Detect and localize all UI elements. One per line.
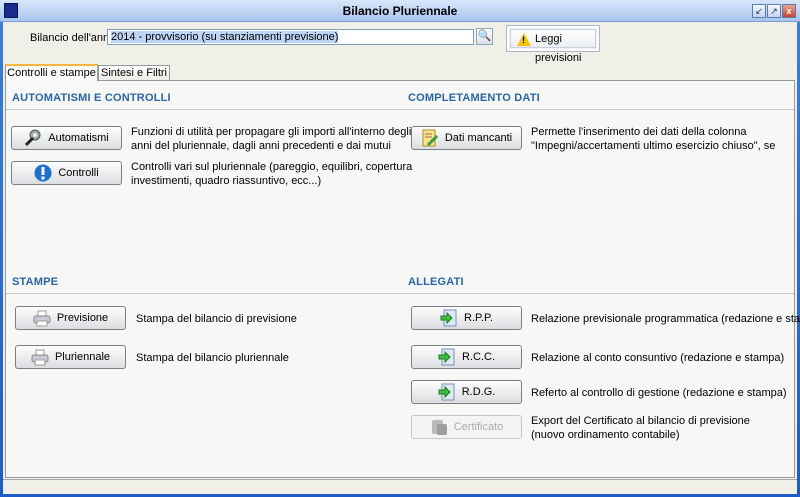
read-forecast-label: Leggi previsioni bbox=[535, 33, 582, 64]
document-arrow-icon bbox=[438, 383, 456, 401]
minimize-icon[interactable]: ↙ bbox=[752, 4, 766, 18]
search-button[interactable]: 🔍 bbox=[476, 28, 493, 45]
section-title-automatismi: AUTOMATISMI E CONTROLLI bbox=[12, 92, 171, 104]
pluriennale-label: Pluriennale bbox=[54, 351, 111, 363]
automatismi-button[interactable]: Automatismi bbox=[11, 126, 122, 150]
year-label: Bilancio dell'anno: bbox=[30, 32, 119, 44]
dati-mancanti-description: Permette l'inserimento dei dati della co… bbox=[531, 126, 776, 152]
rdg-label: R.D.G. bbox=[461, 386, 496, 398]
rpp-button[interactable]: R.P.P. bbox=[411, 306, 522, 330]
client-area: Bilancio dell'anno: 2014 - provvisorio (… bbox=[3, 22, 800, 494]
controlli-button[interactable]: Controlli bbox=[11, 161, 122, 185]
section-title-allegati: ALLEGATI bbox=[408, 276, 464, 288]
automatismi-description: Funzioni di utilità per propagare gli im… bbox=[131, 126, 412, 152]
rpp-description: Relazione previsionale programmatica (re… bbox=[531, 313, 800, 325]
divider bbox=[401, 109, 794, 110]
edit-document-icon bbox=[421, 129, 439, 147]
certificato-button[interactable]: Certificato bbox=[411, 415, 522, 439]
divider bbox=[6, 293, 401, 294]
window: Bilancio Pluriennale ↙ ↗ x Bilancio dell… bbox=[0, 0, 800, 497]
window-title: Bilancio Pluriennale bbox=[342, 4, 458, 18]
pluriennale-button[interactable]: Pluriennale bbox=[15, 345, 126, 369]
read-forecast-button[interactable]: ! Leggi previsioni bbox=[506, 25, 600, 64]
year-input[interactable]: 2014 - provvisorio (su stanziamenti prev… bbox=[107, 29, 474, 45]
magnifier-icon: 🔍 bbox=[477, 30, 492, 42]
pluriennale-description: Stampa del bilancio pluriennale bbox=[136, 352, 289, 364]
tab-sintesi-e-filtri[interactable]: Sintesi e Filtri bbox=[98, 65, 170, 81]
certificato-label: Certificato bbox=[453, 421, 504, 433]
divider bbox=[6, 109, 401, 110]
rpp-label: R.P.P. bbox=[464, 312, 493, 324]
section-title-completamento: COMPLETAMENTO DATI bbox=[408, 92, 540, 104]
close-icon[interactable]: x bbox=[782, 4, 796, 18]
document-arrow-icon bbox=[438, 348, 456, 366]
year-value: 2014 - provvisorio (su stanziamenti prev… bbox=[111, 31, 339, 43]
controlli-label: Controlli bbox=[58, 167, 99, 179]
rdg-button[interactable]: R.D.G. bbox=[411, 380, 522, 404]
previsione-button[interactable]: Previsione bbox=[15, 306, 126, 330]
printer-icon bbox=[33, 309, 51, 327]
tab-controlli-e-stampe[interactable]: Controlli e stampe bbox=[5, 64, 98, 81]
section-title-stampe: STAMPE bbox=[12, 276, 59, 288]
automatismi-label: Automatismi bbox=[48, 132, 109, 144]
document-arrow-icon bbox=[440, 309, 458, 327]
printer-icon bbox=[31, 348, 49, 366]
divider bbox=[401, 293, 794, 294]
previsione-description: Stampa del bilancio di previsione bbox=[136, 313, 297, 325]
exclamation-icon bbox=[34, 164, 52, 182]
previsione-label: Previsione bbox=[56, 312, 109, 324]
dati-mancanti-button[interactable]: Dati mancanti bbox=[411, 126, 522, 150]
dati-mancanti-label: Dati mancanti bbox=[444, 132, 513, 144]
tab-panel: AUTOMATISMI E CONTROLLI Automatismi Funz… bbox=[5, 80, 800, 478]
export-icon bbox=[430, 418, 448, 436]
title-bar[interactable]: Bilancio Pluriennale ↙ ↗ x bbox=[0, 0, 800, 22]
certificato-description: Export del Certificato al bilancio di pr… bbox=[531, 415, 750, 441]
rcc-button[interactable]: R.C.C. bbox=[411, 345, 522, 369]
tools-icon bbox=[24, 129, 42, 147]
rcc-description: Relazione al conto consuntivo (redazione… bbox=[531, 352, 785, 364]
rdg-description: Referto al controllo di gestione (redazi… bbox=[531, 387, 787, 399]
rcc-label: R.C.C. bbox=[462, 351, 495, 363]
maximize-icon[interactable]: ↗ bbox=[767, 4, 781, 18]
status-bar bbox=[3, 479, 797, 494]
controlli-description: Controlli vari sul pluriennale (pareggio… bbox=[131, 161, 413, 187]
